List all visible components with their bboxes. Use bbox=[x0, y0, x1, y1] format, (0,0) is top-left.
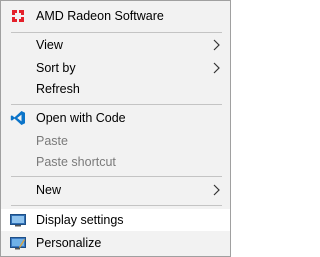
menu-item-label: AMD Radeon Software bbox=[36, 9, 164, 23]
menu-item-display-settings[interactable]: Display settings bbox=[1, 209, 230, 231]
menu-item-label: New bbox=[36, 183, 62, 197]
menu-item-new[interactable]: New bbox=[1, 179, 230, 201]
menu-item-amd-radeon-software[interactable]: AMD Radeon Software bbox=[1, 5, 230, 27]
menu-item-paste-shortcut: Paste shortcut bbox=[1, 151, 230, 173]
chevron-right-icon bbox=[212, 184, 222, 196]
menu-item-refresh[interactable]: Refresh bbox=[1, 78, 230, 100]
menu-item-label: Sort by bbox=[36, 61, 76, 75]
menu-item-label: Display settings bbox=[36, 213, 124, 227]
menu-item-open-with-code[interactable]: Open with Code bbox=[1, 107, 230, 129]
menu-item-paste: Paste bbox=[1, 130, 230, 152]
menu-item-label: Refresh bbox=[36, 82, 80, 96]
personalize-icon bbox=[10, 235, 26, 251]
menu-item-label: View bbox=[36, 38, 63, 52]
chevron-right-icon bbox=[212, 62, 222, 74]
desktop-context-menu: AMD Radeon Software View Sort by Refresh… bbox=[0, 0, 231, 257]
menu-item-sort-by[interactable]: Sort by bbox=[1, 57, 230, 79]
menu-item-label: Paste bbox=[36, 134, 68, 148]
menu-separator bbox=[11, 32, 222, 33]
menu-item-label: Personalize bbox=[36, 236, 102, 250]
menu-item-label: Paste shortcut bbox=[36, 155, 116, 169]
display-settings-icon bbox=[10, 212, 26, 228]
menu-separator bbox=[11, 205, 222, 206]
chevron-right-icon bbox=[212, 39, 222, 51]
menu-item-view[interactable]: View bbox=[1, 34, 230, 56]
menu-item-label: Open with Code bbox=[36, 111, 126, 125]
vscode-icon bbox=[10, 110, 26, 126]
menu-separator bbox=[11, 104, 222, 105]
amd-radeon-icon bbox=[10, 8, 26, 24]
menu-item-personalize[interactable]: Personalize bbox=[1, 232, 230, 254]
menu-separator bbox=[11, 176, 222, 177]
